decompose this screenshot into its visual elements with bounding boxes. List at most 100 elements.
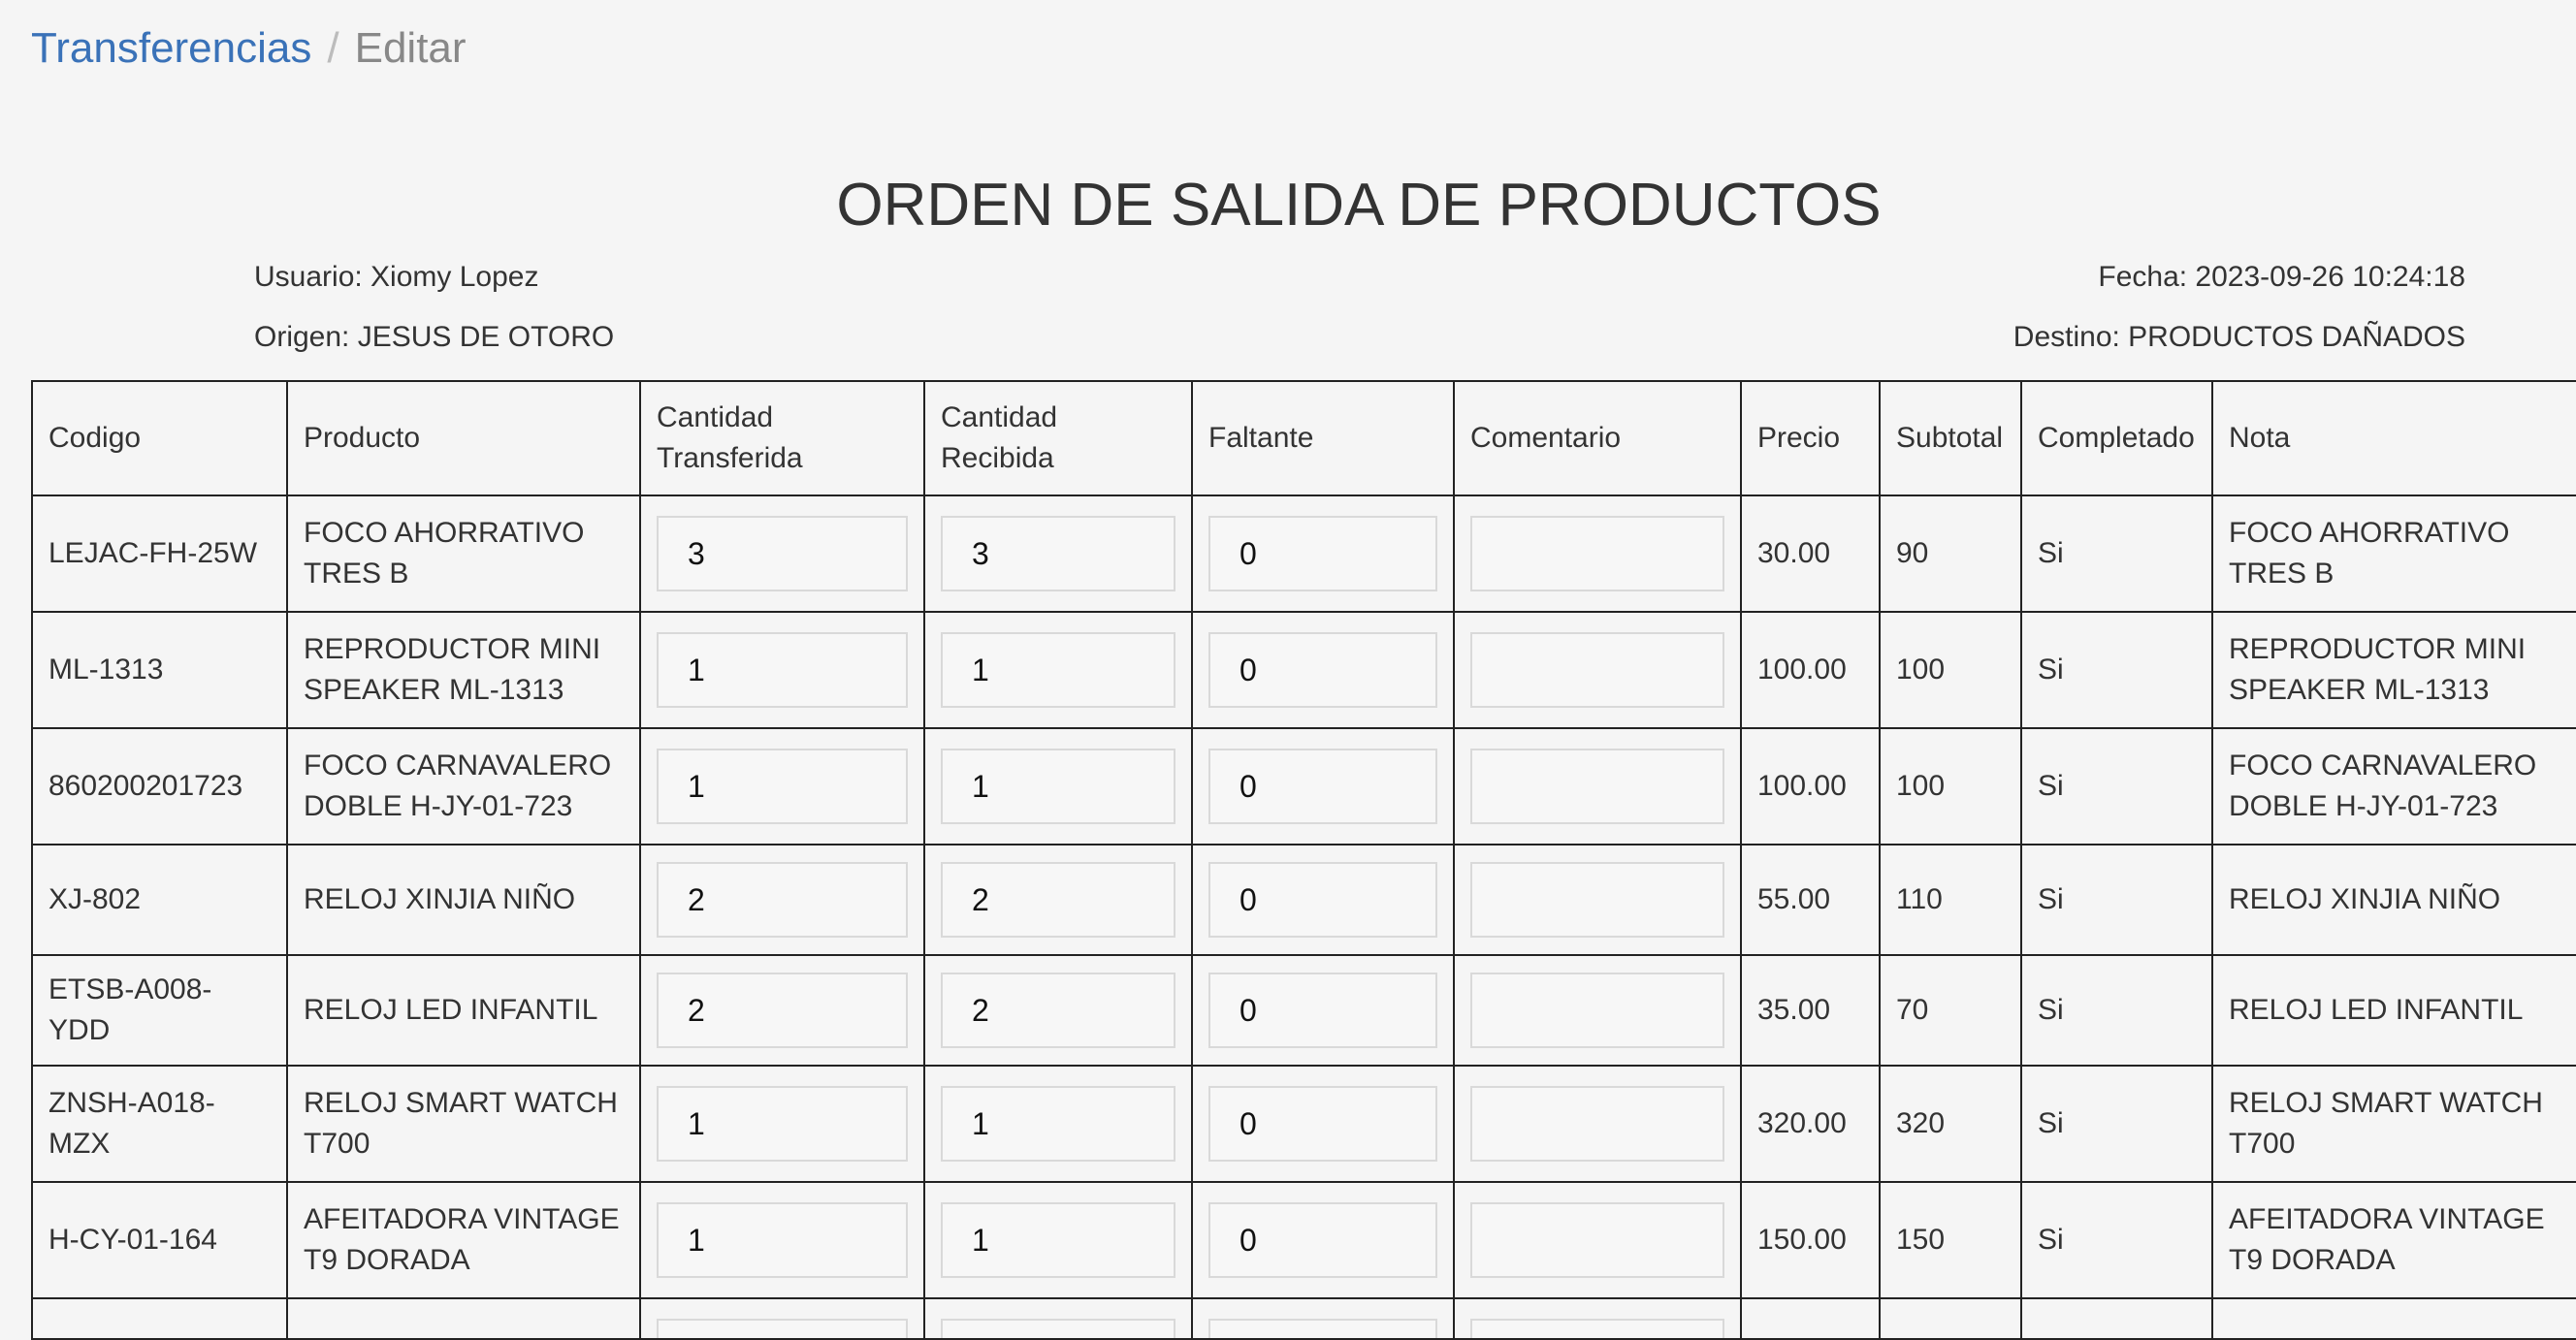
cell-faltante [1191,1065,1455,1183]
cantidad-recibida-input[interactable] [941,862,1175,938]
cell-codigo: 860200201723 [31,727,288,845]
comentario-input[interactable] [1470,1319,1724,1338]
cantidad-recibida-input[interactable] [941,1086,1175,1162]
cell-transferida [639,844,925,956]
cell-faltante [1191,954,1455,1067]
cell-nota: REPRODUCTOR MINI SPEAKER ML-1313 [2211,611,2576,729]
cell-precio: 100.00 [1740,611,1881,729]
cell-subtotal: 110 [1879,844,2022,956]
cell-producto: RELOJ LED INFANTIL [286,954,641,1067]
cell-producto: RELOJ XINJIA NIÑO [286,844,641,956]
fecha-label: Fecha: 2023-09-26 10:24:18 [2098,261,2465,293]
faltante-input[interactable] [1208,973,1437,1048]
cantidad-transferida-input[interactable] [657,973,908,1048]
cantidad-transferida-input[interactable] [657,862,908,938]
cell-completado: Si [2020,1181,2213,1299]
destino-label: Destino: PRODUCTOS DAÑADOS [2012,321,2465,353]
header-subtotal: Subtotal [1879,380,2022,496]
cantidad-recibida-input[interactable] [941,516,1175,591]
cell-nota: AFEITADORA VINTAGE T9 DORADA [2211,1181,2576,1299]
table-row: XJ-802 RELOJ XINJIA NIÑO 55.00 110 Si RE… [31,844,2576,956]
cell-producto: RELOJ SMART WATCH T700 [286,1065,641,1183]
cell-recibida [923,495,1193,613]
faltante-input[interactable] [1208,632,1437,708]
cantidad-transferida-input[interactable] [657,516,908,591]
faltante-input[interactable] [1208,516,1437,591]
usuario-label: Usuario: Xiomy Lopez [254,261,539,293]
faltante-input[interactable] [1208,862,1437,938]
header-completado: Completado [2020,380,2213,496]
cell-completado: Si [2020,1065,2213,1183]
cell-comentario [1453,727,1742,845]
cell-subtotal: 150 [1879,1181,2022,1299]
faltante-input[interactable] [1208,1319,1437,1338]
cell-subtotal: 100 [1879,727,2022,845]
cantidad-recibida-input[interactable] [941,632,1175,708]
cell-recibida [923,727,1193,845]
cell-nota: FOCO AHORRATIVO TRES B [2211,495,2576,613]
comentario-input[interactable] [1470,1086,1724,1162]
header-comentario: Comentario [1453,380,1742,496]
cell-completado: Si [2020,727,2213,845]
cell-faltante [1191,1181,1455,1299]
cell-precio: 150.00 [1740,1181,1881,1299]
cell-precio: 35.00 [1740,954,1881,1067]
cantidad-transferida-input[interactable] [657,1202,908,1278]
table-header-row: Codigo Producto Cantidad Transferida Can… [31,380,2576,496]
cell-producto: FOCO CARNAVALERO DOBLE H-JY-01-723 [286,727,641,845]
cell-subtotal: 320 [1879,1065,2022,1183]
cell-completado [2020,1297,2213,1340]
comentario-input[interactable] [1470,632,1724,708]
cantidad-transferida-input[interactable] [657,1086,908,1162]
cell-codigo: H-CY-01-164 [31,1181,288,1299]
cell-faltante [1191,611,1455,729]
cantidad-recibida-input[interactable] [941,973,1175,1048]
table-row: LEJAC-FH-25W FOCO AHORRATIVO TRES B 30.0… [31,495,2576,613]
cell-nota [2211,1297,2576,1340]
comentario-input[interactable] [1470,862,1724,938]
cell-precio [1740,1297,1881,1340]
table-row: ZNSH-A018-MZX RELOJ SMART WATCH T700 320… [31,1065,2576,1183]
page-title: ORDEN DE SALIDA DE PRODUCTOS [836,172,1882,239]
header-cantidad-recibida: Cantidad Recibida [923,380,1193,496]
cell-codigo: LEJAC-FH-25W [31,495,288,613]
cell-producto [286,1297,641,1340]
cantidad-transferida-input[interactable] [657,749,908,824]
cell-comentario [1453,1181,1742,1299]
cell-comentario [1453,844,1742,956]
cell-subtotal [1879,1297,2022,1340]
cell-comentario [1453,611,1742,729]
table-row: H-CY-01-164 AFEITADORA VINTAGE T9 DORADA… [31,1181,2576,1299]
cell-recibida [923,611,1193,729]
cantidad-recibida-input[interactable] [941,1202,1175,1278]
cell-transferida [639,1297,925,1340]
cell-transferida [639,727,925,845]
header-precio: Precio [1740,380,1881,496]
cantidad-recibida-input[interactable] [941,1319,1175,1338]
cell-completado: Si [2020,495,2213,613]
cantidad-recibida-input[interactable] [941,749,1175,824]
table-row: ML-1313 REPRODUCTOR MINI SPEAKER ML-1313… [31,611,2576,729]
cell-transferida [639,611,925,729]
origen-label: Origen: JESUS DE OTORO [254,321,615,353]
cell-transferida [639,1181,925,1299]
faltante-input[interactable] [1208,1202,1437,1278]
cell-recibida [923,1181,1193,1299]
comentario-input[interactable] [1470,1202,1724,1278]
breadcrumb-link-transferencias[interactable]: Transferencias [31,24,311,72]
cell-subtotal: 90 [1879,495,2022,613]
cell-producto: AFEITADORA VINTAGE T9 DORADA [286,1181,641,1299]
cantidad-transferida-input[interactable] [657,632,908,708]
table-row-partial [31,1297,2576,1340]
cell-comentario [1453,1065,1742,1183]
cell-transferida [639,495,925,613]
comentario-input[interactable] [1470,749,1724,824]
faltante-input[interactable] [1208,1086,1437,1162]
cantidad-transferida-input[interactable] [657,1319,908,1338]
comentario-input[interactable] [1470,516,1724,591]
faltante-input[interactable] [1208,749,1437,824]
cell-recibida [923,1297,1193,1340]
breadcrumb: Transferencias / Editar [31,21,467,76]
cell-transferida [639,954,925,1067]
comentario-input[interactable] [1470,973,1724,1048]
